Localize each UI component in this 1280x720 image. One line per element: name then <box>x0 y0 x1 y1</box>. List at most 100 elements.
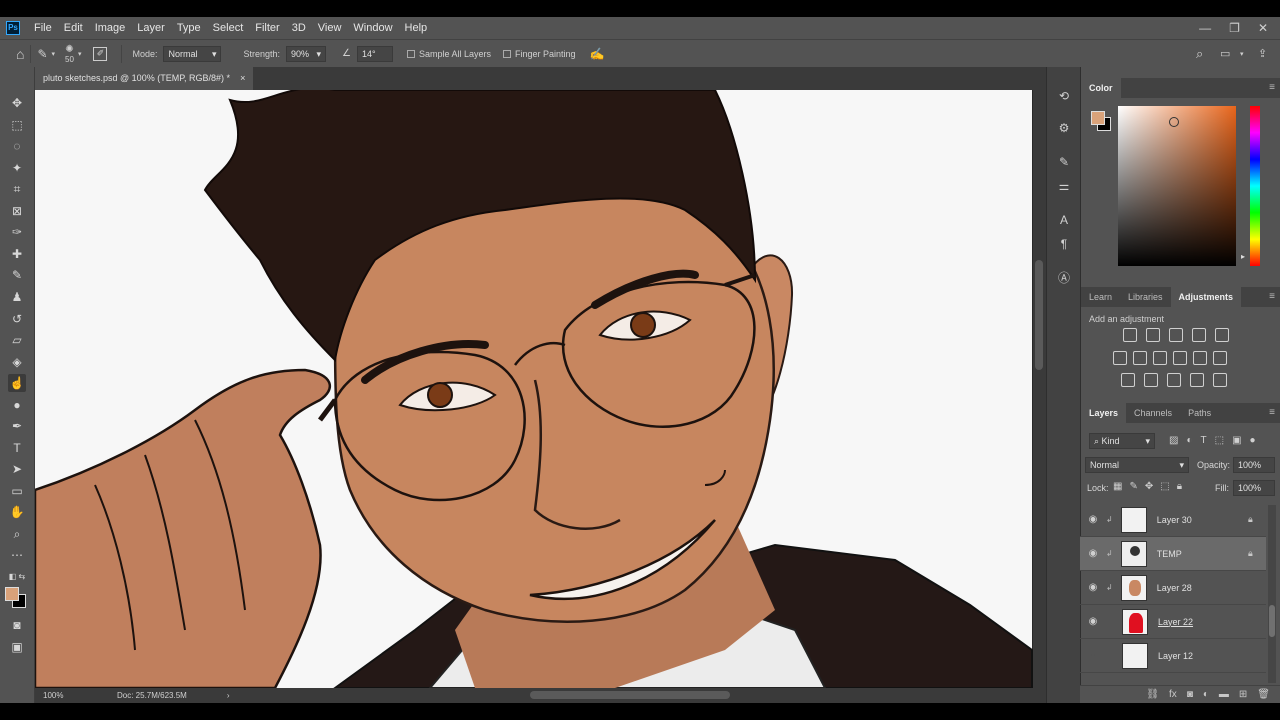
document-info[interactable]: Doc: 25.7M/623.5M <box>117 691 187 700</box>
threshold-icon[interactable] <box>1167 373 1181 387</box>
lock-image-icon[interactable]: ✎ <box>1129 481 1137 492</box>
menu-edit[interactable]: Edit <box>58 22 89 34</box>
history-brush-tool-icon[interactable]: ↺ <box>8 310 26 328</box>
exposure-icon[interactable] <box>1192 328 1206 342</box>
home-icon[interactable]: ⌂ <box>16 46 24 62</box>
rectangle-tool-icon[interactable]: ▭ <box>8 482 26 500</box>
quick-mask-icon[interactable]: ◙ <box>8 616 26 634</box>
panel-foreground-swatch[interactable] <box>1091 111 1105 125</box>
hue-slider-marker-icon[interactable]: ▸ <box>1241 252 1245 261</box>
shape-filter-icon[interactable]: ⬚ <box>1215 435 1224 446</box>
canvas-area[interactable] <box>35 90 1046 688</box>
close-window-button[interactable]: ✕ <box>1258 21 1268 35</box>
visibility-eye-icon[interactable]: ◉ <box>1080 582 1106 593</box>
hand-tool-icon[interactable]: ✋ <box>8 503 26 521</box>
status-menu-arrow-icon[interactable]: › <box>227 691 230 700</box>
adjustment-filter-icon[interactable]: ◐ <box>1186 435 1192 446</box>
zoom-tool-icon[interactable]: ⌕ <box>8 525 26 543</box>
gradient-map-triangle-icon[interactable] <box>1215 328 1229 342</box>
type-tool-icon[interactable]: T <box>8 439 26 457</box>
search-icon[interactable]: ⌕ <box>1196 46 1203 62</box>
frame-tool-icon[interactable]: ⊠ <box>8 202 26 220</box>
brush-tool-icon[interactable]: ✎ <box>8 266 26 284</box>
brush-settings-icon[interactable]: ✐ <box>93 46 108 61</box>
minimize-button[interactable]: — <box>1199 21 1211 35</box>
canvas-horizontal-scroll-thumb[interactable] <box>530 691 730 699</box>
invert-icon[interactable] <box>1121 373 1135 387</box>
close-tab-icon[interactable]: × <box>240 67 245 90</box>
menu-layer[interactable]: Layer <box>131 22 171 34</box>
menu-type[interactable]: Type <box>171 22 207 34</box>
filter-toggle-icon[interactable]: ● <box>1250 435 1256 446</box>
pixel-filter-icon[interactable]: ▨ <box>1169 435 1178 446</box>
visibility-off-box[interactable]: ▫ <box>1080 650 1106 661</box>
menu-3d[interactable]: 3D <box>286 22 312 34</box>
visibility-eye-icon[interactable]: ◉ <box>1080 514 1106 525</box>
blend-mode-select[interactable]: Normal ▾ <box>1085 457 1189 473</box>
visibility-eye-icon[interactable]: ◉ <box>1080 548 1106 559</box>
dodge-tool-icon[interactable]: ● <box>8 396 26 414</box>
menu-select[interactable]: Select <box>207 22 250 34</box>
glyphs-panel-icon[interactable]: Ⓐ <box>1055 269 1073 287</box>
layer-row[interactable]: ▫ Layer 12 <box>1080 639 1266 673</box>
clone-stamp-tool-icon[interactable]: ♟ <box>8 288 26 306</box>
pen-tool-icon[interactable]: ✒ <box>8 417 26 435</box>
foreground-color-swatch[interactable] <box>5 587 19 601</box>
layers-scrollbar[interactable] <box>1268 505 1276 683</box>
gradient-icon[interactable] <box>1213 373 1227 387</box>
type-filter-icon[interactable]: T <box>1201 435 1207 446</box>
smart-object-filter-icon[interactable]: ▣ <box>1232 435 1241 446</box>
layer-row[interactable]: ◉ Layer 22 <box>1080 605 1266 639</box>
selective-color-icon[interactable] <box>1190 373 1204 387</box>
path-selection-tool-icon[interactable]: ➤ <box>8 460 26 478</box>
layer-filter-select[interactable]: ⌕ Kind ▾ <box>1089 433 1155 449</box>
new-group-icon[interactable]: ▬ <box>1219 689 1229 700</box>
tab-layers[interactable]: Layers <box>1081 403 1127 423</box>
pressure-icon[interactable]: ✍ <box>590 47 605 61</box>
sample-all-layers-checkbox[interactable]: Sample All Layers <box>406 49 491 59</box>
crop-tool-icon[interactable]: ⌗ <box>8 180 26 198</box>
layer-row[interactable]: ◉ ↲ Layer 28 <box>1080 571 1266 605</box>
menu-filter[interactable]: Filter <box>249 22 285 34</box>
workspace-icon[interactable]: ▭ <box>1220 47 1230 60</box>
marquee-tool-icon[interactable]: ⬚ <box>8 116 26 134</box>
eyedropper-tool-icon[interactable]: ✑ <box>8 223 26 241</box>
hue-saturation-icon[interactable] <box>1133 351 1147 365</box>
menu-view[interactable]: View <box>312 22 348 34</box>
smudge-tool-preset-icon[interactable]: ✎ <box>37 47 47 61</box>
tab-paths[interactable]: Paths <box>1180 403 1219 423</box>
canvas-vertical-scrollbar[interactable] <box>1033 90 1046 688</box>
link-layers-icon[interactable]: ⛓ <box>1146 689 1159 700</box>
menu-file[interactable]: File <box>28 22 58 34</box>
levels-icon[interactable] <box>1146 328 1160 342</box>
lock-artboard-icon[interactable]: ⬚ <box>1160 481 1169 492</box>
tab-libraries[interactable]: Libraries <box>1120 287 1171 307</box>
layers-scroll-thumb[interactable] <box>1269 605 1275 637</box>
color-balance-icon[interactable] <box>1153 351 1167 365</box>
move-tool-icon[interactable]: ✥ <box>8 94 26 112</box>
angle-input[interactable]: 14° <box>356 45 393 62</box>
history-panel-icon[interactable]: ⟲ <box>1055 87 1073 105</box>
eraser-tool-icon[interactable]: ▱ <box>8 331 26 349</box>
healing-brush-tool-icon[interactable]: ✚ <box>8 245 26 263</box>
delete-layer-icon[interactable]: 🗑︎ <box>1257 689 1270 700</box>
lock-position-icon[interactable]: ✥ <box>1145 481 1153 492</box>
canvas-vertical-scroll-thumb[interactable] <box>1035 260 1043 370</box>
paint-bucket-tool-icon[interactable]: ◈ <box>8 353 26 371</box>
zoom-level[interactable]: 100% <box>43 691 103 700</box>
tab-learn[interactable]: Learn <box>1081 287 1120 307</box>
chevron-down-icon[interactable]: ▾ <box>1240 50 1244 58</box>
menu-window[interactable]: Window <box>347 22 398 34</box>
tab-adjustments[interactable]: Adjustments <box>1170 287 1242 307</box>
panel-menu-icon[interactable]: ≡ <box>1269 82 1275 93</box>
posterize-icon[interactable] <box>1144 373 1158 387</box>
lock-transparent-icon[interactable]: ▦ <box>1113 481 1122 492</box>
tab-color[interactable]: Color <box>1081 78 1121 98</box>
black-white-icon[interactable] <box>1173 351 1187 365</box>
color-saturation-field[interactable] <box>1118 106 1236 266</box>
brushes-panel-icon[interactable]: ✎ <box>1055 153 1073 171</box>
lasso-tool-icon[interactable]: ◌ <box>8 137 26 155</box>
visibility-eye-icon[interactable]: ◉ <box>1080 616 1106 627</box>
layer-row[interactable]: ◉ ↲ Layer 30 🔒︎ <box>1080 503 1266 537</box>
brush-size-picker[interactable]: ✺ 50 <box>65 44 74 64</box>
